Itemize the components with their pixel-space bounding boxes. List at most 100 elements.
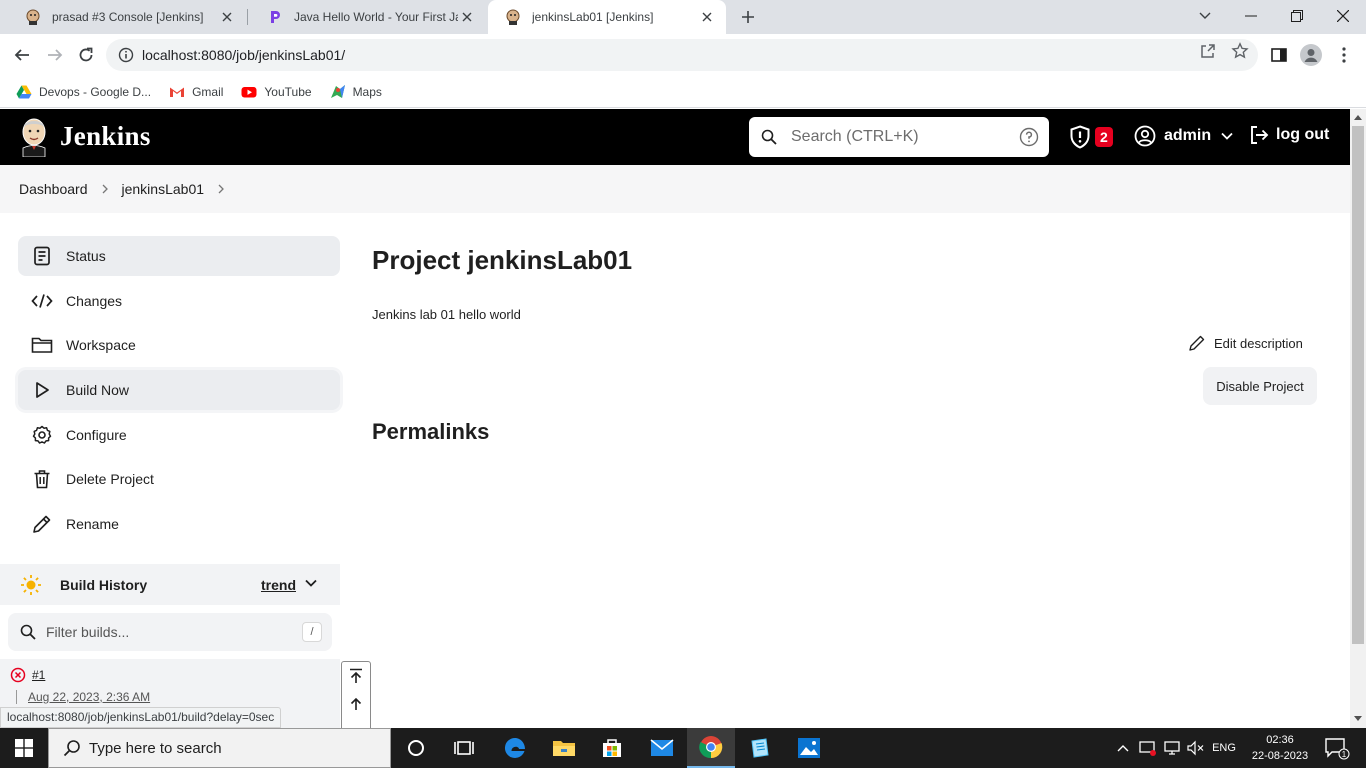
sidebar-item-build-now[interactable]: Build Now bbox=[18, 370, 340, 410]
bookmark-devops-drive[interactable]: Devops - Google D... bbox=[16, 84, 151, 100]
sun-weather-icon bbox=[21, 574, 41, 595]
scroll-buttons bbox=[341, 661, 371, 728]
site-info-icon[interactable] bbox=[118, 47, 134, 63]
clock-date: 22-08-2023 bbox=[1251, 750, 1309, 762]
close-tab-icon[interactable] bbox=[698, 8, 716, 26]
meet-now-icon[interactable] bbox=[1137, 728, 1159, 768]
jenkins-search-box[interactable]: Search (CTRL+K) bbox=[749, 117, 1049, 157]
jenkins-butler-logo-icon[interactable] bbox=[18, 117, 50, 157]
jenkins-title[interactable]: Jenkins bbox=[60, 121, 151, 152]
bookmarks-bar: Devops - Google D... Gmail YouTube Maps bbox=[0, 76, 1366, 108]
browser-tab-java-hello[interactable]: Java Hello World - Your First Java bbox=[250, 0, 486, 34]
browser-menu-icon[interactable] bbox=[1333, 44, 1355, 66]
back-arrow-icon[interactable] bbox=[10, 43, 34, 67]
sidebar-item-label: Delete Project bbox=[66, 471, 154, 487]
sidebar-item-label: Workspace bbox=[66, 337, 136, 353]
bookmark-maps[interactable]: Maps bbox=[330, 84, 382, 100]
address-bar[interactable]: localhost:8080/job/jenkinsLab01/ bbox=[106, 39, 1258, 71]
scroll-down-arrow-icon[interactable] bbox=[1354, 716, 1362, 721]
build-history-header: Build History trend bbox=[0, 564, 340, 605]
system-clock[interactable]: 02:36 22-08-2023 bbox=[1248, 732, 1312, 764]
network-icon[interactable] bbox=[1161, 728, 1183, 768]
share-icon[interactable] bbox=[1199, 42, 1217, 60]
bookmark-youtube[interactable]: YouTube bbox=[241, 84, 312, 100]
jenkins-favicon-icon bbox=[504, 8, 522, 26]
help-question-icon[interactable] bbox=[1019, 127, 1039, 147]
minimize-icon[interactable] bbox=[1228, 0, 1274, 32]
build-number-link[interactable]: #1 bbox=[32, 668, 45, 682]
bookmark-star-icon[interactable] bbox=[1231, 42, 1249, 60]
scroll-up-arrow-icon[interactable] bbox=[1354, 115, 1362, 120]
tab-title: prasad #3 Console [Jenkins] bbox=[52, 10, 204, 24]
sidebar-item-status[interactable]: Status bbox=[18, 236, 340, 276]
side-panel-icon[interactable] bbox=[1268, 44, 1290, 66]
profile-avatar-icon[interactable] bbox=[1300, 44, 1322, 66]
build-date-link[interactable]: Aug 22, 2023, 2:36 AM bbox=[28, 690, 150, 704]
reload-icon[interactable] bbox=[74, 43, 98, 67]
bookmark-gmail[interactable]: Gmail bbox=[169, 84, 223, 100]
tab-search-chevron-icon[interactable] bbox=[1182, 0, 1228, 32]
input-language[interactable]: ENG bbox=[1208, 728, 1240, 768]
chevron-right-icon[interactable] bbox=[216, 184, 226, 194]
cortana-icon[interactable] bbox=[392, 728, 440, 768]
edge-browser-icon[interactable] bbox=[491, 728, 539, 768]
sidebar-item-configure[interactable]: Configure bbox=[18, 415, 340, 455]
windows-taskbar: Type here to search ENG 02:36 22-08-2023 bbox=[0, 728, 1366, 768]
bookmark-label: Gmail bbox=[192, 84, 224, 99]
photos-icon[interactable] bbox=[785, 728, 833, 768]
breadcrumb-dashboard[interactable]: Dashboard bbox=[19, 181, 88, 197]
status-icon bbox=[31, 245, 53, 267]
scrollbar-thumb[interactable] bbox=[1352, 126, 1364, 644]
shield-warning-icon bbox=[1070, 125, 1090, 149]
sidebar-item-delete-project[interactable]: Delete Project bbox=[18, 459, 340, 499]
search-icon bbox=[20, 624, 36, 640]
mail-icon[interactable] bbox=[638, 728, 686, 768]
trend-link[interactable]: trend bbox=[261, 577, 296, 593]
tab-separator bbox=[247, 9, 248, 25]
bookmark-label: Maps bbox=[352, 84, 382, 99]
sidebar-item-changes[interactable]: Changes bbox=[18, 281, 340, 321]
file-explorer-icon[interactable] bbox=[540, 728, 588, 768]
browser-tab-jenkinslab01[interactable]: jenkinsLab01 [Jenkins] bbox=[488, 0, 726, 34]
sidebar-item-label: Build Now bbox=[66, 382, 130, 398]
logout-link[interactable]: log out bbox=[1249, 125, 1329, 145]
microsoft-store-icon[interactable] bbox=[588, 728, 636, 768]
page-scrollbar[interactable] bbox=[1350, 109, 1366, 728]
volume-muted-icon[interactable] bbox=[1184, 728, 1206, 768]
windows-start-icon[interactable] bbox=[0, 728, 48, 768]
new-tab-plus-icon[interactable] bbox=[737, 6, 759, 28]
chevron-down-icon[interactable] bbox=[305, 579, 317, 587]
filter-placeholder: Filter builds... bbox=[46, 624, 130, 640]
restore-icon[interactable] bbox=[1274, 0, 1320, 32]
sidebar-item-label: Changes bbox=[66, 293, 123, 309]
browser-tab-jenkins-console[interactable]: prasad #3 Console [Jenkins] bbox=[8, 0, 246, 34]
chrome-icon[interactable] bbox=[687, 728, 735, 768]
security-alerts[interactable]: 2 bbox=[1069, 125, 1113, 149]
user-avatar-icon bbox=[1134, 125, 1156, 147]
edit-description-link[interactable]: Edit description bbox=[1188, 334, 1303, 352]
notepad-icon[interactable] bbox=[736, 728, 784, 768]
browser-status-url: localhost:8080/job/jenkinsLab01/build?de… bbox=[0, 707, 282, 728]
scroll-up-arrow-icon[interactable] bbox=[342, 690, 370, 718]
filter-builds-input[interactable]: Filter builds... / bbox=[8, 613, 332, 651]
notifications-icon[interactable]: 1 bbox=[1320, 728, 1354, 768]
task-view-icon[interactable] bbox=[440, 728, 488, 768]
forward-arrow-icon[interactable] bbox=[43, 43, 67, 67]
close-tab-icon[interactable] bbox=[458, 8, 476, 26]
sidebar-item-workspace[interactable]: Workspace bbox=[18, 325, 340, 365]
disable-project-button[interactable]: Disable Project bbox=[1203, 367, 1317, 405]
close-tab-icon[interactable] bbox=[218, 8, 236, 26]
taskbar-search-box[interactable]: Type here to search bbox=[48, 728, 391, 768]
search-placeholder: Search (CTRL+K) bbox=[791, 128, 919, 145]
breadcrumb-jenkinslab01[interactable]: jenkinsLab01 bbox=[122, 181, 205, 197]
gear-icon bbox=[31, 424, 53, 446]
scroll-to-top-icon[interactable] bbox=[342, 662, 370, 690]
build-row[interactable]: #1 bbox=[10, 667, 45, 683]
close-window-icon[interactable] bbox=[1320, 0, 1366, 32]
bookmark-label: YouTube bbox=[264, 84, 312, 99]
show-hidden-icons-chevron-icon[interactable] bbox=[1113, 728, 1133, 768]
pencil-icon bbox=[31, 513, 53, 535]
tab-title: jenkinsLab01 [Jenkins] bbox=[532, 10, 654, 24]
sidebar-item-rename[interactable]: Rename bbox=[18, 504, 340, 544]
user-menu[interactable]: admin bbox=[1134, 125, 1233, 147]
